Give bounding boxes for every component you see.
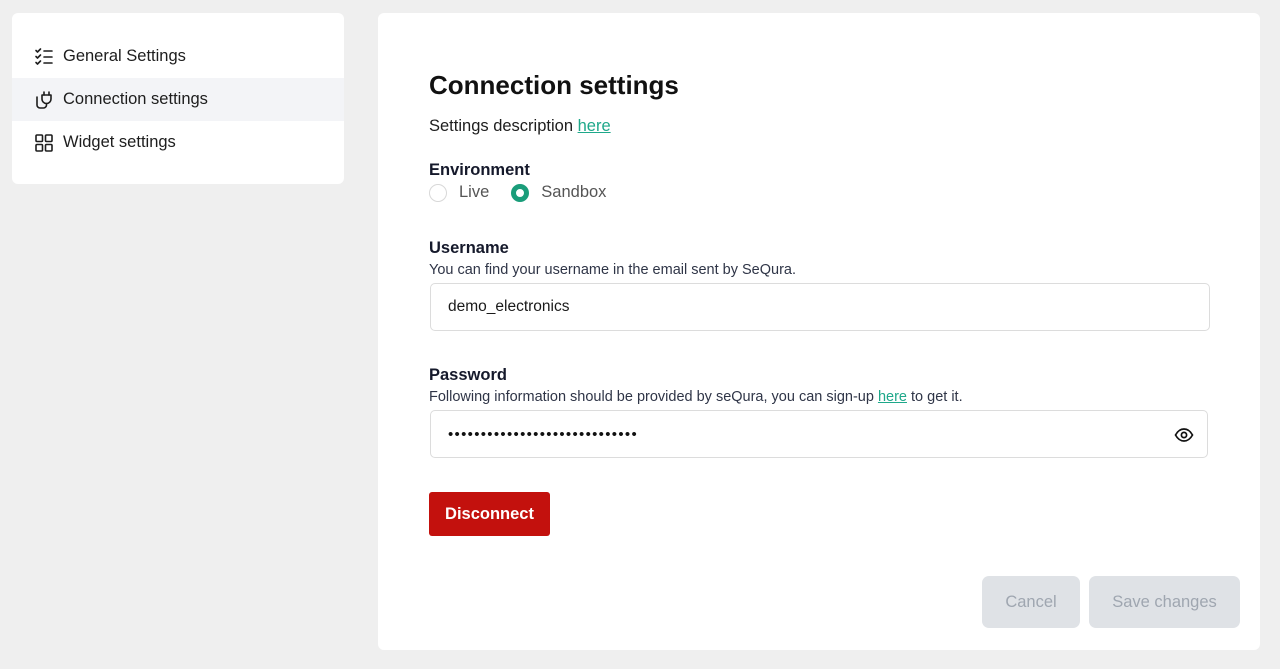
- page-title: Connection settings: [429, 70, 679, 100]
- signup-link[interactable]: here: [878, 389, 907, 405]
- sidebar-item-label: Widget settings: [63, 133, 176, 151]
- plug-icon: [34, 90, 54, 110]
- description-link[interactable]: here: [578, 117, 611, 135]
- username-value: demo_electronics: [448, 298, 570, 315]
- checklist-icon: [34, 47, 54, 67]
- sidebar-item-label: General Settings: [63, 47, 186, 65]
- radio-sandbox[interactable]: Sandbox: [511, 183, 606, 202]
- grid-icon: [34, 133, 54, 153]
- username-label: Username: [429, 239, 509, 257]
- main-panel: Connection settings Settings description…: [378, 13, 1260, 650]
- radio-live-circle[interactable]: [429, 183, 447, 202]
- environment-label: Environment: [429, 161, 530, 179]
- username-input[interactable]: demo_electronics: [430, 283, 1210, 331]
- environment-radio-group: Live Sandbox: [429, 183, 628, 202]
- username-help: You can find your username in the email …: [429, 262, 797, 278]
- disconnect-button[interactable]: Disconnect: [429, 492, 550, 536]
- password-help: Following information should be provided…: [429, 389, 963, 405]
- password-label: Password: [429, 366, 507, 384]
- settings-description: Settings description here: [429, 117, 611, 136]
- password-input[interactable]: •••••••••••••••••••••••••••••: [430, 410, 1208, 458]
- sidebar-item-widget-settings[interactable]: Widget settings: [12, 121, 344, 164]
- sidebar: General Settings Connection settings Wid…: [12, 13, 344, 184]
- save-changes-button[interactable]: Save changes: [1089, 576, 1240, 628]
- password-value: •••••••••••••••••••••••••••••: [448, 425, 638, 443]
- sidebar-item-general-settings[interactable]: General Settings: [12, 35, 344, 78]
- sidebar-item-connection-settings[interactable]: Connection settings: [12, 78, 344, 121]
- radio-sandbox-circle[interactable]: [511, 183, 530, 202]
- password-help-text: Following information should be provided…: [429, 389, 878, 405]
- password-help-text-end: to get it.: [906, 389, 963, 405]
- radio-live-label: Live: [459, 183, 490, 201]
- cancel-button[interactable]: Cancel: [982, 576, 1080, 628]
- sidebar-item-label: Connection settings: [63, 90, 208, 108]
- description-text: Settings description: [429, 117, 578, 135]
- radio-sandbox-label: Sandbox: [541, 183, 607, 201]
- eye-icon[interactable]: [1174, 425, 1194, 445]
- radio-live[interactable]: Live: [429, 183, 489, 202]
